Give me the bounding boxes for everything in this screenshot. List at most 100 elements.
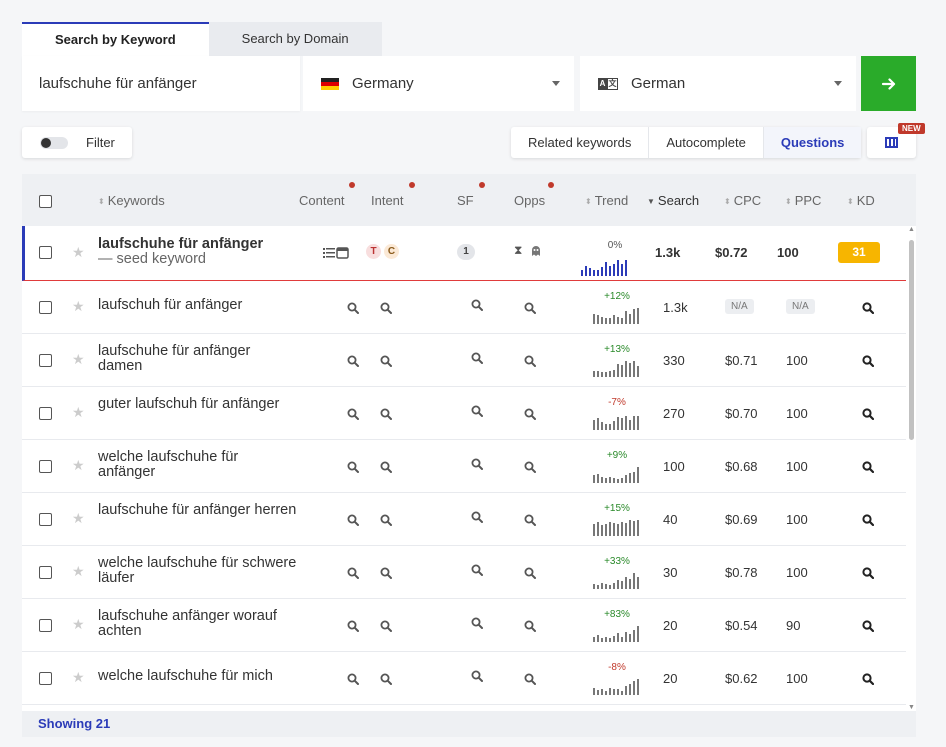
star-icon[interactable]: ★ bbox=[72, 298, 85, 315]
intent-search-icon[interactable] bbox=[380, 619, 392, 632]
select-all-checkbox[interactable] bbox=[39, 195, 52, 208]
sf-search-icon[interactable] bbox=[471, 298, 483, 311]
col-opps[interactable]: Opps bbox=[514, 182, 554, 208]
table-row[interactable]: ★ guter laufschuh für anfänger -7% 270 $0.70… bbox=[22, 387, 906, 440]
kd-check-icon[interactable] bbox=[862, 460, 875, 474]
table-row[interactable]: ★ laufschuhe für anfänger damen +13% 330 $0.… bbox=[22, 334, 906, 387]
col-intent[interactable]: Intent bbox=[371, 182, 415, 208]
kd-check-icon[interactable] bbox=[862, 301, 875, 315]
content-search-icon[interactable] bbox=[347, 619, 359, 632]
sf-search-icon[interactable] bbox=[471, 457, 483, 470]
col-cpc[interactable]: ⬍ CPC bbox=[724, 193, 761, 208]
row-checkbox[interactable] bbox=[39, 513, 52, 526]
row-checkbox[interactable] bbox=[39, 619, 52, 632]
intent-search-icon[interactable] bbox=[380, 672, 392, 685]
star-icon[interactable]: ★ bbox=[72, 404, 85, 421]
content-search-icon[interactable] bbox=[347, 301, 359, 314]
country-select[interactable]: Germany bbox=[303, 56, 574, 111]
opps-search-icon[interactable] bbox=[524, 513, 536, 526]
table-row[interactable]: ★ laufschuhe für anfänger herren +15% 40 $0.… bbox=[22, 493, 906, 546]
col-keywords[interactable]: ⬍ Keywords bbox=[98, 193, 165, 208]
filter-switch[interactable] bbox=[40, 136, 68, 149]
star-icon[interactable]: ★ bbox=[72, 351, 85, 368]
intent-search-icon[interactable] bbox=[380, 407, 392, 420]
row-checkbox[interactable] bbox=[39, 301, 52, 314]
intent-search-icon[interactable] bbox=[380, 460, 392, 473]
opps-search-icon[interactable] bbox=[524, 407, 536, 420]
search-submit-button[interactable] bbox=[861, 56, 916, 111]
row-checkbox[interactable] bbox=[39, 460, 52, 473]
table-row[interactable]: ★ welche laufschuhe für anfänger +9% 100 $0.… bbox=[22, 440, 906, 493]
star-icon[interactable]: ★ bbox=[72, 510, 85, 527]
star-icon[interactable]: ★ bbox=[72, 563, 85, 580]
col-kd[interactable]: ⬍ KD bbox=[847, 193, 875, 208]
keyword-text[interactable]: laufschuhe für anfänger damen bbox=[98, 344, 298, 374]
tab-search-by-keyword[interactable]: Search by Keyword bbox=[22, 22, 209, 56]
keyword-text[interactable]: laufschuhe für anfänger herren bbox=[98, 503, 298, 518]
keyword-text[interactable]: welche laufschuhe für anfänger bbox=[98, 450, 298, 480]
col-content[interactable]: Content bbox=[299, 182, 355, 208]
sf-search-icon[interactable] bbox=[471, 404, 483, 417]
sf-search-icon[interactable] bbox=[471, 616, 483, 629]
table-row[interactable]: ★ laufschuhe anfänger worauf achten +83% 20… bbox=[22, 599, 906, 652]
content-search-icon[interactable] bbox=[347, 460, 359, 473]
sf-search-icon[interactable] bbox=[471, 563, 483, 576]
col-trend[interactable]: ⬍ Trend bbox=[585, 193, 628, 208]
opps-search-icon[interactable] bbox=[524, 354, 536, 367]
intent-search-icon[interactable] bbox=[380, 301, 392, 314]
opps-search-icon[interactable] bbox=[524, 619, 536, 632]
content-search-icon[interactable] bbox=[347, 354, 359, 367]
col-search[interactable]: ▼ Search bbox=[647, 193, 699, 208]
seed-keyword[interactable]: laufschuhe für anfänger bbox=[98, 236, 263, 252]
row-checkbox[interactable] bbox=[39, 566, 52, 579]
segment-related-keywords[interactable]: Related keywords bbox=[511, 127, 650, 158]
tab-search-by-domain[interactable]: Search by Domain bbox=[208, 22, 382, 56]
star-icon[interactable]: ★ bbox=[72, 669, 85, 686]
row-checkbox[interactable] bbox=[39, 672, 52, 685]
table-scrollbar[interactable]: ▲ ▼ bbox=[907, 226, 916, 711]
keyword-text[interactable]: welche laufschuhe für schwere läufer bbox=[98, 556, 298, 586]
row-checkbox[interactable] bbox=[39, 246, 52, 259]
star-icon[interactable]: ★ bbox=[72, 616, 85, 633]
scroll-up-icon[interactable]: ▲ bbox=[908, 226, 915, 233]
filter-toggle-button[interactable]: Filter bbox=[22, 127, 132, 158]
col-sf[interactable]: SF bbox=[457, 182, 485, 208]
kd-check-icon[interactable] bbox=[862, 566, 875, 580]
kd-check-icon[interactable] bbox=[862, 354, 875, 368]
content-search-icon[interactable] bbox=[347, 513, 359, 526]
star-icon[interactable]: ★ bbox=[72, 457, 85, 474]
table-row[interactable]: ★ welche laufschuhe für schwere läufer +33… bbox=[22, 546, 906, 599]
opps-search-icon[interactable] bbox=[524, 672, 536, 685]
scroll-down-icon[interactable]: ▼ bbox=[908, 704, 915, 711]
opps-search-icon[interactable] bbox=[524, 301, 536, 314]
table-row-seed[interactable]: ★ laufschuhe für anfänger — seed keyword… bbox=[22, 226, 906, 281]
segment-autocomplete[interactable]: Autocomplete bbox=[649, 127, 764, 158]
sf-search-icon[interactable] bbox=[471, 510, 483, 523]
keyword-input[interactable] bbox=[22, 56, 300, 111]
intent-search-icon[interactable] bbox=[380, 513, 392, 526]
kd-check-icon[interactable] bbox=[862, 619, 875, 633]
opps-search-icon[interactable] bbox=[524, 566, 536, 579]
language-select[interactable]: A文 German bbox=[580, 56, 856, 111]
kd-check-icon[interactable] bbox=[862, 672, 875, 686]
intent-search-icon[interactable] bbox=[380, 354, 392, 367]
table-row[interactable]: ★ laufschuh für anfänger +12% 1.3k N/A N/A bbox=[22, 281, 906, 334]
content-search-icon[interactable] bbox=[347, 566, 359, 579]
star-icon[interactable]: ★ bbox=[72, 244, 85, 261]
sf-search-icon[interactable] bbox=[471, 669, 483, 682]
content-list-icon[interactable] bbox=[323, 246, 351, 260]
keyword-text[interactable]: guter laufschuh für anfänger bbox=[98, 397, 298, 412]
intent-search-icon[interactable] bbox=[380, 566, 392, 579]
opps-search-icon[interactable] bbox=[524, 460, 536, 473]
segment-questions[interactable]: Questions bbox=[763, 127, 862, 158]
keyword-text[interactable]: welche laufschuhe für mich bbox=[98, 669, 298, 684]
row-checkbox[interactable] bbox=[39, 354, 52, 367]
keyword-text[interactable]: laufschuhe anfänger worauf achten bbox=[98, 609, 298, 639]
content-search-icon[interactable] bbox=[347, 407, 359, 420]
sf-search-icon[interactable] bbox=[471, 351, 483, 364]
content-search-icon[interactable] bbox=[347, 672, 359, 685]
col-ppc[interactable]: ⬍ PPC bbox=[785, 193, 821, 208]
kd-check-icon[interactable] bbox=[862, 407, 875, 421]
kd-check-icon[interactable] bbox=[862, 513, 875, 527]
scrollbar-thumb[interactable] bbox=[909, 240, 914, 440]
